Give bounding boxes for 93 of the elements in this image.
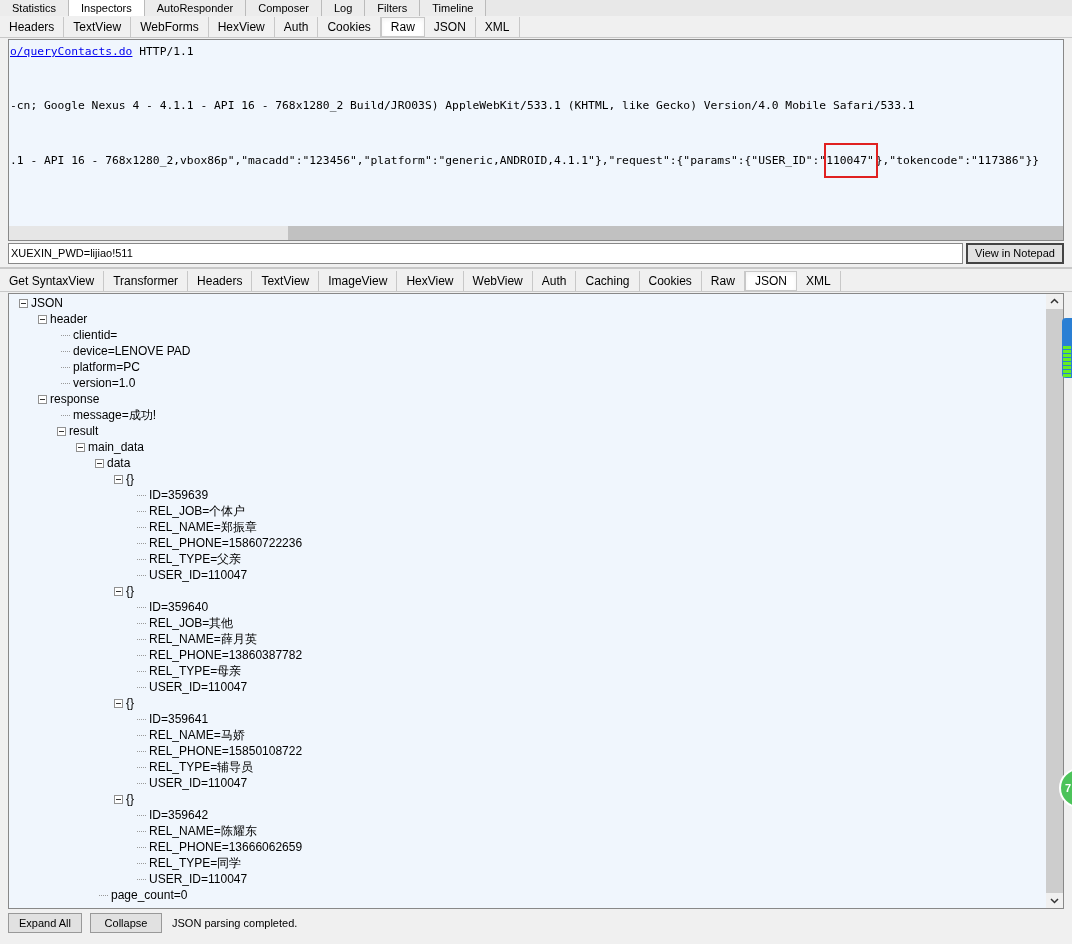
collapse-toggle-icon[interactable] — [95, 458, 104, 468]
tree-node-label[interactable]: version=1.0 — [73, 374, 136, 392]
tab[interactable]: TextView — [64, 17, 132, 37]
tab[interactable]: ImageView — [319, 271, 398, 291]
meter-icon — [1062, 318, 1072, 378]
collapse-toggle-icon[interactable] — [38, 314, 47, 324]
tab[interactable]: JSON — [424, 17, 476, 37]
raw-text: HTTP/1.1 — [138, 45, 194, 58]
tree-node-label[interactable]: REL_PHONE=13666062659 — [149, 838, 303, 856]
tab[interactable]: Get SyntaxView — [0, 271, 105, 291]
tab[interactable]: Log — [321, 0, 366, 16]
collapse-toggle-icon[interactable] — [114, 698, 123, 708]
tab[interactable]: Auth — [532, 271, 577, 291]
tab[interactable]: Inspectors — [69, 0, 145, 16]
tab[interactable]: WebForms — [131, 17, 209, 37]
scroll-down-icon[interactable] — [1046, 893, 1063, 908]
tab[interactable]: Auth — [274, 17, 319, 37]
tab[interactable]: Cookies — [318, 17, 381, 37]
tree-node-label[interactable]: page_count=0 — [111, 886, 188, 904]
scroll-up-icon[interactable] — [1046, 294, 1063, 309]
tree-node-label[interactable]: ID=359639 — [149, 486, 209, 504]
tree-node-label[interactable]: REL_PHONE=13860387782 — [149, 646, 303, 664]
raw-text: .1 - API 16 - 768x1280_2,vbox86p","macadd":"123456","platform":"generic,ANDROID,4.1.1"},"request":{"params":{"USER_ID":" — [10, 153, 827, 167]
tab[interactable]: Timeline — [420, 0, 487, 16]
tab[interactable]: Headers — [0, 17, 65, 37]
view-in-notepad-button[interactable]: View in Notepad — [966, 243, 1064, 264]
expand-all-button[interactable]: Expand All — [8, 913, 82, 933]
tree-node-label[interactable]: REL_NAME=陈耀东 — [149, 822, 257, 840]
tab[interactable]: Statistics — [0, 0, 69, 16]
tree-node-label[interactable]: platform=PC — [73, 358, 141, 376]
tree-node-label[interactable]: result — [69, 422, 99, 440]
tab[interactable]: HexView — [397, 271, 464, 291]
tree-node-label[interactable]: header — [50, 310, 88, 328]
tree-node-label[interactable]: REL_TYPE=父亲 — [149, 550, 242, 568]
collapse-toggle-icon[interactable] — [38, 394, 47, 404]
tree-node-label[interactable]: {} — [126, 694, 134, 712]
tab[interactable]: XML — [796, 271, 841, 291]
raw-text: -cn; Google Nexus 4 - 4.1.1 - API 16 - 768x1280_2 Build/JRO03S) AppleWebKit/533.1 (KHTML, like Gecko) Version/4.0 Mobile Safari/533.1 — [10, 99, 915, 113]
tree-node-label[interactable]: {} — [126, 582, 134, 600]
collapse-button[interactable]: Collapse — [90, 913, 162, 933]
cookie-field[interactable]: XUEXIN_PWD=lijiao!511 — [8, 243, 963, 264]
tree-node-label[interactable]: {} — [126, 470, 134, 488]
tree-node-label[interactable]: REL_PHONE=15850108722 — [149, 742, 303, 760]
tree-node-label[interactable]: USER_ID=110047 — [149, 870, 248, 888]
tree-node-label[interactable]: response — [50, 390, 100, 408]
tree-node-label[interactable]: USER_ID=110047 — [149, 678, 248, 696]
tree-node-label[interactable]: device=LENOVE PAD — [73, 342, 191, 360]
tree-node-label[interactable]: clientid= — [73, 326, 118, 344]
tab[interactable]: Transformer — [104, 271, 189, 291]
tree-node-label[interactable]: JSON — [31, 294, 63, 312]
tab[interactable]: TextView — [252, 271, 320, 291]
tree-node-label[interactable]: REL_TYPE=同学 — [149, 854, 242, 872]
tree-node-label[interactable]: {} — [126, 790, 134, 808]
raw-text: },"tokencode":"117386"}} — [875, 153, 1039, 167]
tree-node-label[interactable]: USER_ID=110047 — [149, 566, 248, 584]
vertical-scrollbar[interactable] — [1046, 294, 1063, 908]
tab[interactable]: XML — [475, 17, 520, 37]
status-text: JSON parsing completed. — [172, 915, 298, 931]
tree-node-label[interactable]: main_data — [88, 438, 145, 456]
tree-node-label[interactable]: ID=359641 — [149, 710, 209, 728]
tab[interactable]: WebView — [463, 271, 533, 291]
tree-node-label[interactable]: REL_PHONE=15860722236 — [149, 534, 303, 552]
tree-node-label[interactable]: message=成功! — [73, 406, 157, 424]
tree-node-label[interactable]: REL_JOB=其他 — [149, 614, 234, 632]
horizontal-scrollbar[interactable] — [9, 226, 1063, 240]
collapse-toggle-icon[interactable] — [76, 442, 85, 452]
tab[interactable]: JSON — [744, 271, 797, 291]
tab[interactable]: Composer — [246, 0, 322, 16]
tab[interactable]: HexView — [208, 17, 275, 37]
url-link[interactable]: o/queryContacts.do — [10, 45, 133, 58]
collapse-toggle-icon[interactable] — [114, 794, 123, 804]
tree-node-label[interactable]: ID=359642 — [149, 806, 209, 824]
highlighted-value: 110047" — [826, 144, 876, 176]
tree-node-label[interactable]: data — [107, 454, 131, 472]
tab[interactable]: Headers — [188, 271, 253, 291]
collapse-toggle-icon[interactable] — [114, 586, 123, 596]
tree-node-label[interactable]: REL_NAME=郑振章 — [149, 518, 257, 536]
tab[interactable]: Caching — [576, 271, 640, 291]
collapse-toggle-icon[interactable] — [19, 298, 28, 308]
tab[interactable]: Raw — [380, 17, 425, 37]
collapse-toggle-icon[interactable] — [114, 474, 123, 484]
tree-node-label[interactable]: REL_TYPE=辅导员 — [149, 758, 254, 776]
tree-node-label[interactable]: ID=359640 — [149, 598, 209, 616]
tree-node-label[interactable]: REL_JOB=个体户 — [149, 502, 246, 520]
tree-node-label[interactable]: REL_TYPE=母亲 — [149, 662, 242, 680]
tree-node-label[interactable]: REL_NAME=薛月英 — [149, 630, 257, 648]
tree-node-label[interactable]: USER_ID=110047 — [149, 774, 248, 792]
tab[interactable]: Filters — [365, 0, 421, 16]
tab[interactable]: AutoResponder — [144, 0, 247, 16]
tab[interactable]: Cookies — [639, 271, 702, 291]
tab[interactable]: Raw — [701, 271, 745, 291]
collapse-toggle-icon[interactable] — [57, 426, 66, 436]
tree-node-label[interactable]: REL_NAME=马娇 — [149, 726, 245, 744]
